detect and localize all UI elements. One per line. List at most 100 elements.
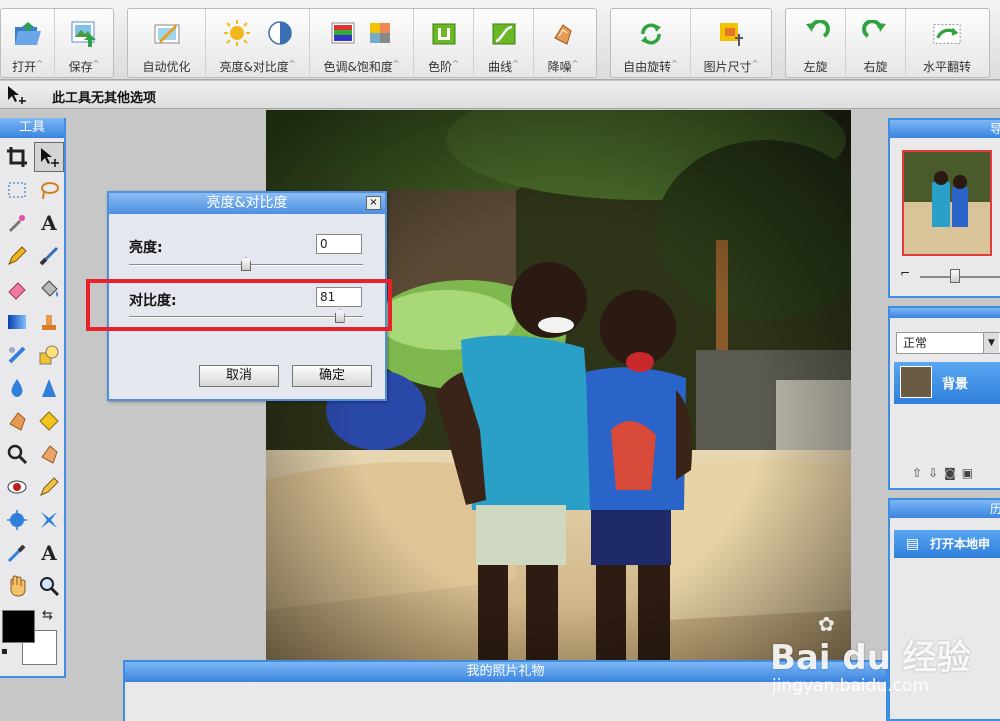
red-eye-tool-icon[interactable]	[2, 472, 32, 502]
brightness-contrast-button[interactable]: 亮度&对比度^	[206, 9, 310, 79]
stamp-tool-icon[interactable]	[34, 307, 64, 337]
fill-bucket-tool-icon[interactable]	[34, 274, 64, 304]
hue-saturation-button[interactable]: 色调&饱和度^	[310, 9, 414, 79]
flip-horizontal-label: 水平翻转	[922, 60, 971, 74]
rotate-left-icon	[801, 19, 831, 49]
text-tool-2-icon[interactable]: A	[34, 538, 64, 568]
rotate-left-button[interactable]: 左旋	[786, 9, 846, 79]
zoom-out-icon[interactable]: ⌐	[900, 266, 910, 280]
rotate-right-label: 右旋	[863, 60, 888, 74]
curves-button[interactable]: 曲线^	[474, 9, 534, 79]
curves-label: 曲线	[488, 60, 513, 74]
blend-mode-select[interactable]: 正常 ▼	[896, 332, 1000, 354]
blend-mode-value: 正常	[903, 336, 928, 350]
flip-horizontal-button[interactable]: 水平翻转	[906, 9, 988, 79]
brightness-slider-thumb[interactable]	[241, 257, 251, 271]
navigator-thumbnail[interactable]	[902, 150, 992, 256]
layer-mask-icon[interactable]: ◙	[944, 466, 956, 480]
rotate-right-button[interactable]: 右旋	[846, 9, 906, 79]
auto-optimize-label: 自动优化	[142, 60, 191, 74]
color-bars-icon	[330, 21, 356, 48]
document-icon: ▤	[906, 536, 920, 552]
save-label: 保存	[68, 60, 93, 74]
color-picker-tool-icon[interactable]	[2, 538, 32, 568]
levels-icon	[429, 19, 459, 49]
open-button[interactable]: 打开^	[1, 9, 55, 79]
blur-tool-icon[interactable]	[2, 373, 32, 403]
save-button[interactable]: 保存^	[55, 9, 113, 79]
pencil-tool-icon[interactable]	[2, 241, 32, 271]
levels-label: 色阶	[428, 60, 453, 74]
magic-wand-tool-icon[interactable]	[2, 208, 32, 238]
move-layer-up-icon[interactable]: ⇧	[912, 466, 922, 480]
sun-icon	[223, 19, 251, 50]
navigator-panel: 导 ⌐	[888, 118, 1000, 298]
move-tool-icon[interactable]	[34, 142, 64, 172]
brightness-label: 亮度:	[129, 240, 163, 256]
reset-colors-icon[interactable]: ▪	[1, 646, 8, 657]
layer-name: 背景	[942, 377, 969, 392]
marquee-tool-icon[interactable]	[2, 175, 32, 205]
denoise-icon	[548, 19, 578, 49]
dialog-close-button[interactable]: ×	[366, 196, 381, 210]
flip-horizontal-icon	[932, 19, 962, 49]
free-rotate-label: 自由旋转	[623, 60, 672, 74]
move-tool-icon	[6, 85, 28, 109]
image-size-button[interactable]: 图片尺寸^	[691, 9, 771, 79]
spot-heal-tool-icon[interactable]	[2, 340, 32, 370]
pinch-tool-icon[interactable]	[34, 505, 64, 535]
zoom-tool-2-icon[interactable]	[34, 571, 64, 601]
navigator-zoom-slider[interactable]	[920, 269, 1000, 283]
navigator-zoom-thumb[interactable]	[950, 269, 960, 283]
color-replace-tool-icon[interactable]	[34, 472, 64, 502]
smudge-tool-icon[interactable]	[34, 439, 64, 469]
toolbar-group-rotate: 左旋 右旋 水平翻转	[785, 8, 990, 79]
navigator-panel-title: 导	[890, 120, 1000, 138]
denoise-button[interactable]: 降噪^	[534, 9, 592, 79]
hand-tool-icon[interactable]	[2, 571, 32, 601]
zoom-tool-icon[interactable]	[2, 439, 32, 469]
chevron-down-icon: ▼	[983, 333, 999, 353]
layers-panel: 正常 ▼ 背景 ⇧ ⇩ ◙ ▣	[888, 306, 1000, 490]
brush-tool-icon[interactable]	[34, 241, 64, 271]
toolbar-group-file: 打开^ 保存^	[0, 8, 114, 79]
tool-options-bar: 此工具无其他选项	[0, 81, 1000, 109]
baidu-watermark: ✿ Bai du 经验 jingyan.baidu.com	[770, 612, 990, 702]
lasso-tool-icon[interactable]	[34, 175, 64, 205]
eraser-tool-icon[interactable]	[2, 274, 32, 304]
hue-saturation-label: 色调&饱和度	[323, 60, 393, 74]
gradient-tool-icon[interactable]	[2, 307, 32, 337]
auto-optimize-button[interactable]: 自动优化	[128, 9, 206, 79]
shape-tool-icon[interactable]	[34, 340, 64, 370]
history-item-label: 打开本地申	[930, 537, 991, 551]
foreground-color-swatch[interactable]	[2, 610, 35, 643]
crop-tool-icon[interactable]	[2, 142, 32, 172]
tools-panel-title: 工具	[0, 118, 64, 138]
brightness-input[interactable]: 0	[316, 234, 362, 254]
watermark-url: jingyan.baidu.com	[772, 676, 929, 696]
contrast-highlight-box	[86, 279, 392, 331]
new-layer-icon[interactable]: ▣	[962, 466, 973, 480]
brightness-slider[interactable]	[129, 257, 363, 271]
curves-icon	[489, 19, 519, 49]
bloat-tool-icon[interactable]	[2, 505, 32, 535]
history-item[interactable]: ▤ 打开本地申	[894, 530, 1000, 558]
folder-open-icon	[13, 19, 43, 49]
move-layer-down-icon[interactable]: ⇩	[928, 466, 938, 480]
levels-button[interactable]: 色阶^	[414, 9, 474, 79]
burn-tool-icon[interactable]	[34, 406, 64, 436]
save-image-icon	[69, 19, 99, 49]
auto-optimize-icon	[152, 19, 182, 49]
layer-item[interactable]: 背景	[894, 362, 1000, 404]
dialog-title-bar[interactable]: 亮度&对比度 ×	[109, 193, 385, 214]
free-rotate-button[interactable]: 自由旋转^	[611, 9, 691, 79]
text-tool-icon[interactable]: A	[34, 208, 64, 238]
cancel-button[interactable]: 取消	[199, 365, 279, 387]
sharpen-tool-icon[interactable]	[34, 373, 64, 403]
swap-colors-icon[interactable]: ⇆	[42, 608, 53, 623]
ok-button[interactable]: 确定	[292, 365, 372, 387]
open-label: 打开	[12, 60, 37, 74]
rotate-left-label: 左旋	[803, 60, 828, 74]
toolbar-group-transform: 自由旋转^ 图片尺寸^	[610, 8, 772, 79]
dodge-tool-icon[interactable]	[2, 406, 32, 436]
